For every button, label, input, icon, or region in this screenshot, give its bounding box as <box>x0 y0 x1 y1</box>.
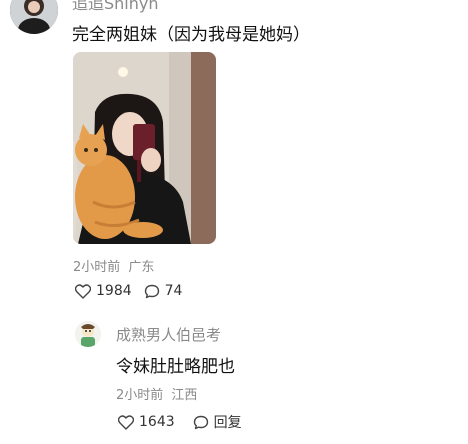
reply-label: 回复 <box>213 415 242 431</box>
reply-actions: 1643 回复 <box>118 412 254 432</box>
speech-bubble-icon <box>193 415 209 430</box>
reply-username[interactable]: 成熟男人伯邑考 <box>116 324 221 345</box>
comment-text: 完全两姐妹（因为我母是她妈） <box>72 25 310 45</box>
commenter-username[interactable]: 追追Shinyh <box>72 0 159 14</box>
reply-location: 江西 <box>171 388 198 403</box>
comment-photo[interactable] <box>73 52 216 244</box>
speech-bubble-icon <box>144 284 160 299</box>
like-button[interactable]: 1984 <box>75 283 132 299</box>
like-count: 1984 <box>96 283 132 299</box>
reply-button[interactable]: 回复 <box>193 412 242 432</box>
comment-meta: 2小时前 广东 <box>73 256 154 275</box>
reply-text: 令妹肚肚略肥也 <box>116 357 235 377</box>
comment-count: 74 <box>164 283 183 299</box>
comment-location: 广东 <box>128 260 155 275</box>
comment-actions: 1984 74 <box>75 283 194 299</box>
comment-button[interactable]: 74 <box>144 283 183 299</box>
reply-like-count: 1643 <box>139 414 175 430</box>
heart-outline-icon <box>118 414 134 430</box>
reply-avatar[interactable] <box>75 321 101 347</box>
comment-time: 2小时前 <box>73 260 121 275</box>
reply-like-button[interactable]: 1643 <box>118 414 175 430</box>
commenter-avatar[interactable] <box>10 0 58 34</box>
heart-outline-icon <box>75 283 91 299</box>
reply-meta: 2小时前 江西 <box>116 384 197 403</box>
reply-time: 2小时前 <box>116 388 164 403</box>
